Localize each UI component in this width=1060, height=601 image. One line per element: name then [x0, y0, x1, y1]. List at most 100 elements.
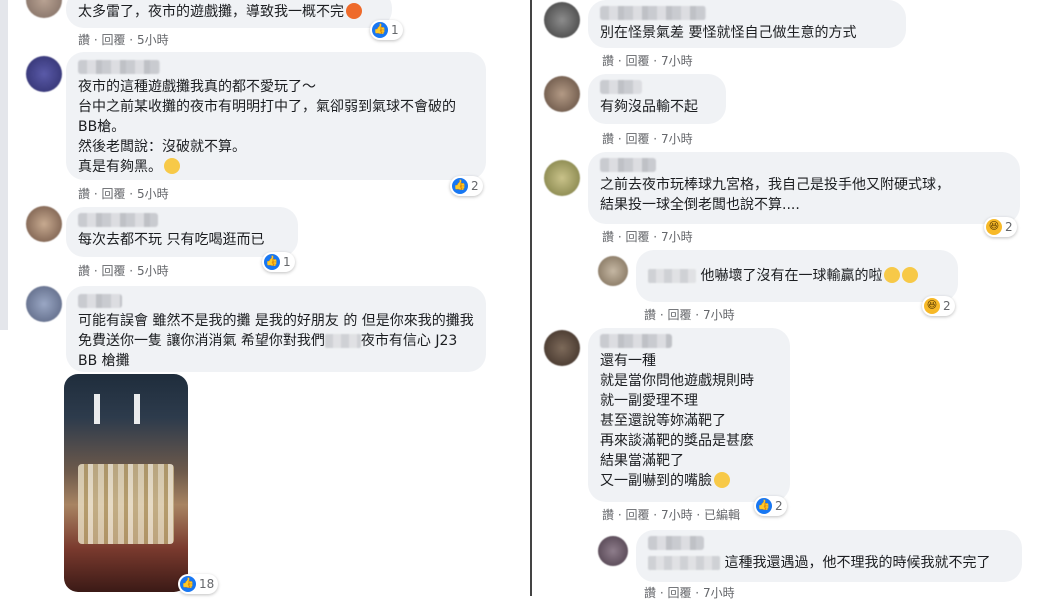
timestamp[interactable]: 7小時 [703, 586, 735, 600]
timestamp[interactable]: 7小時 [661, 230, 693, 244]
like-icon: 👍 [756, 498, 772, 514]
reply-link[interactable]: 回覆 [625, 132, 649, 146]
avatar[interactable] [26, 286, 62, 322]
timestamp[interactable]: 5小時 [137, 33, 169, 47]
avatar[interactable] [26, 56, 62, 92]
author-name-blurred[interactable] [600, 334, 672, 348]
avatar[interactable] [26, 206, 62, 242]
timestamp[interactable]: 7小時 [661, 132, 693, 146]
attached-photo[interactable] [64, 374, 188, 592]
comment-bubble: 別在怪景氣差 要怪就怪自己做生意的方式 [588, 0, 906, 48]
laugh-emoji-icon [884, 267, 901, 283]
comment-text: 之前去夜市玩棒球九宮格，我自己是投手他又附硬式球， 結果投一球全倒老闆也說不算.… [600, 177, 950, 213]
reply-link[interactable]: 回覆 [625, 508, 649, 522]
timestamp[interactable]: 7小時 [661, 54, 693, 68]
like-link[interactable]: 讚 [644, 308, 656, 322]
comment-actions: 讚 · 回覆 · 7小時 [644, 308, 735, 322]
redacted-name[interactable] [648, 269, 696, 283]
comment-bubble: 這種我還遇過，他不理我的時候我就不完了 [636, 530, 1022, 582]
comment-bubble: 夜市的這種遊戲攤我真的都不愛玩了～ 台中之前某收攤的夜市有明明打中了，氣卻弱到氣… [66, 52, 486, 180]
timestamp[interactable]: 7小時 [661, 508, 693, 522]
avatar[interactable] [598, 256, 628, 286]
stall-prizes [78, 464, 174, 544]
author-name-blurred[interactable] [78, 213, 158, 227]
haha-icon: 😆 [986, 219, 1002, 235]
avatar[interactable] [544, 330, 580, 366]
comment-text: 可能有誤會 雖然不是我的攤 是我的好朋友 的 但是你來我的攤我免費送你一隻 讓你… [78, 313, 474, 369]
comment-actions: 讚 · 回覆 · 5小時 [78, 264, 169, 278]
timestamp[interactable]: 5小時 [137, 264, 169, 278]
author-name-blurred[interactable] [600, 158, 656, 172]
comment-text: 太多雷了，夜市的遊戲攤，導致我一概不完 [78, 2, 380, 22]
comment-text: 夜市的這種遊戲攤我真的都不愛玩了～ 台中之前某收攤的夜市有明明打中了，氣卻弱到氣… [78, 79, 456, 175]
like-link[interactable]: 讚 [602, 132, 614, 146]
comment-bubble: 有夠沒品輸不起 [588, 74, 726, 124]
comment-text: 還有一種 就是當你問他遊戲規則時 就一副愛理不理 甚至還說等妳滿靶了 再來談滿靶… [600, 353, 754, 489]
comment-text: 每次去都不玩 只有吃喝逛而已 [78, 232, 265, 248]
smile-emoji-icon [164, 158, 180, 174]
author-name-blurred[interactable] [600, 6, 706, 20]
like-link[interactable]: 讚 [602, 508, 614, 522]
avatar[interactable] [544, 2, 580, 38]
like-link[interactable]: 讚 [78, 187, 90, 201]
avatar[interactable] [598, 536, 628, 566]
reaction-count[interactable]: 👍 18 [178, 574, 219, 594]
comment-text: 別在怪景氣差 要怪就怪自己做生意的方式 [600, 25, 857, 41]
comment-actions: 讚 · 回覆 · 5小時 [78, 33, 169, 47]
reply-link[interactable]: 回覆 [101, 33, 125, 47]
comment-text: 有夠沒品輸不起 [600, 99, 698, 115]
reply-link[interactable]: 回覆 [667, 308, 691, 322]
comment-bubble: 每次去都不玩 只有吃喝逛而已 [66, 207, 298, 257]
avatar[interactable] [26, 0, 62, 18]
like-link[interactable]: 讚 [78, 33, 90, 47]
edited-label[interactable]: 已編輯 [704, 508, 740, 522]
reply-link[interactable]: 回覆 [667, 586, 691, 600]
comment-text: 這種我還遇過，他不理我的時候我就不完了 [648, 553, 1010, 573]
avatar[interactable] [544, 160, 580, 196]
laugh-emoji-icon [902, 267, 919, 283]
avatar[interactable] [544, 76, 580, 112]
author-name-blurred[interactable] [648, 536, 704, 550]
ceiling-light [134, 394, 140, 424]
like-icon: 👍 [372, 22, 388, 38]
comment-bubble: 可能有誤會 雖然不是我的攤 是我的好朋友 的 但是你來我的攤我免費送你一隻 讓你… [66, 286, 486, 372]
reply-link[interactable]: 回覆 [625, 54, 649, 68]
author-name-blurred[interactable] [78, 60, 160, 74]
haha-icon: 😆 [924, 298, 940, 314]
like-icon: 👍 [180, 576, 196, 592]
comment-actions: 讚 · 回覆 · 7小時 [602, 132, 693, 146]
reaction-count[interactable]: 👍 1 [370, 20, 403, 40]
comment-actions: 讚 · 回覆 · 7小時 [602, 54, 693, 68]
redacted-name [324, 334, 361, 348]
right-comment-column: 別在怪景氣差 要怪就怪自己做生意的方式 讚 · 回覆 · 7小時 有夠沒品輸不起… [530, 0, 1060, 600]
ceiling-light [94, 394, 100, 424]
comment-actions: 讚 · 回覆 · 7小時 · 已編輯 [602, 508, 741, 522]
reaction-count[interactable]: 👍 1 [262, 252, 295, 272]
timestamp[interactable]: 7小時 [703, 308, 735, 322]
comment-bubble: 之前去夜市玩棒球九宮格，我自己是投手他又附硬式球， 結果投一球全倒老闆也說不算.… [588, 152, 1020, 224]
like-link[interactable]: 讚 [644, 586, 656, 600]
like-link[interactable]: 讚 [602, 54, 614, 68]
author-name-blurred[interactable] [600, 80, 642, 94]
reaction-count[interactable]: 😆 2 [922, 296, 955, 316]
reply-link[interactable]: 回覆 [101, 264, 125, 278]
scrollbar-track[interactable] [0, 0, 8, 330]
like-link[interactable]: 讚 [78, 264, 90, 278]
reply-link[interactable]: 回覆 [101, 187, 125, 201]
comment-text: 他嚇壞了沒有在一球輸贏的啦 [648, 266, 946, 286]
like-icon: 👍 [452, 178, 468, 194]
redacted-name[interactable] [648, 556, 720, 570]
reaction-count[interactable]: 👍 2 [450, 176, 483, 196]
reply-link[interactable]: 回覆 [625, 230, 649, 244]
comment-actions: 讚 · 回覆 · 7小時 [602, 230, 693, 244]
comment-bubble: 還有一種 就是當你問他遊戲規則時 就一副愛理不理 甚至還說等妳滿靶了 再來談滿靶… [588, 328, 790, 502]
like-link[interactable]: 讚 [602, 230, 614, 244]
timestamp[interactable]: 5小時 [137, 187, 169, 201]
comment-bubble: 太多雷了，夜市的遊戲攤，導致我一概不完 [66, 0, 392, 28]
comment-actions: 讚 · 回覆 · 7小時 [644, 586, 735, 600]
angry-emoji-icon [346, 3, 362, 19]
author-name-blurred[interactable] [78, 294, 122, 308]
reaction-count[interactable]: 😆 2 [984, 217, 1017, 237]
smile-emoji-icon [714, 472, 730, 488]
reaction-count[interactable]: 👍 2 [754, 496, 787, 516]
